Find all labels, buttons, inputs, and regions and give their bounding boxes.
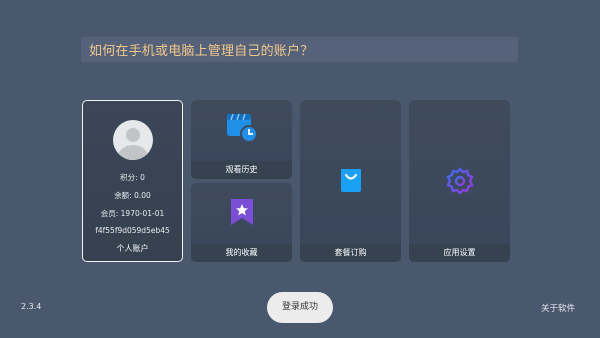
subscription-tile[interactable]: 套餐订购	[300, 100, 401, 262]
about-software-link[interactable]: 关于软件	[541, 302, 575, 314]
subscription-label: 套餐订购	[300, 244, 401, 262]
favorites-tile[interactable]: 我的收藏	[191, 183, 292, 262]
shopping-bag-icon	[340, 169, 361, 192]
points-text: 积分: 0	[120, 173, 145, 182]
history-label: 观看历史	[191, 161, 292, 179]
device-id-text: f4f55f9d059d5eb45	[95, 226, 170, 235]
avatar	[113, 120, 153, 160]
gear-icon	[445, 167, 474, 195]
account-label: 个人账户	[116, 244, 149, 253]
account-card[interactable]: 积分: 0 余额: 0.00 会员: 1970-01-01 f4f55f9d05…	[82, 100, 183, 262]
question-text: 如何在手机或电脑上管理自己的账户？	[89, 44, 314, 59]
settings-tile[interactable]: 应用设置	[409, 100, 510, 262]
question-bar[interactable]: 如何在手机或电脑上管理自己的账户？	[81, 37, 518, 62]
history-tile[interactable]: 观看历史	[191, 100, 292, 179]
balance-text: 余额: 0.00	[114, 191, 151, 200]
bookmark-star-icon	[230, 199, 253, 225]
version-text: 2.3.4	[21, 302, 42, 311]
settings-label: 应用设置	[409, 244, 510, 262]
favorites-label: 我的收藏	[191, 244, 292, 262]
login-success-toast: 登录成功	[267, 292, 333, 323]
history-icon	[226, 113, 258, 143]
member-text: 会员: 1970-01-01	[100, 209, 165, 218]
